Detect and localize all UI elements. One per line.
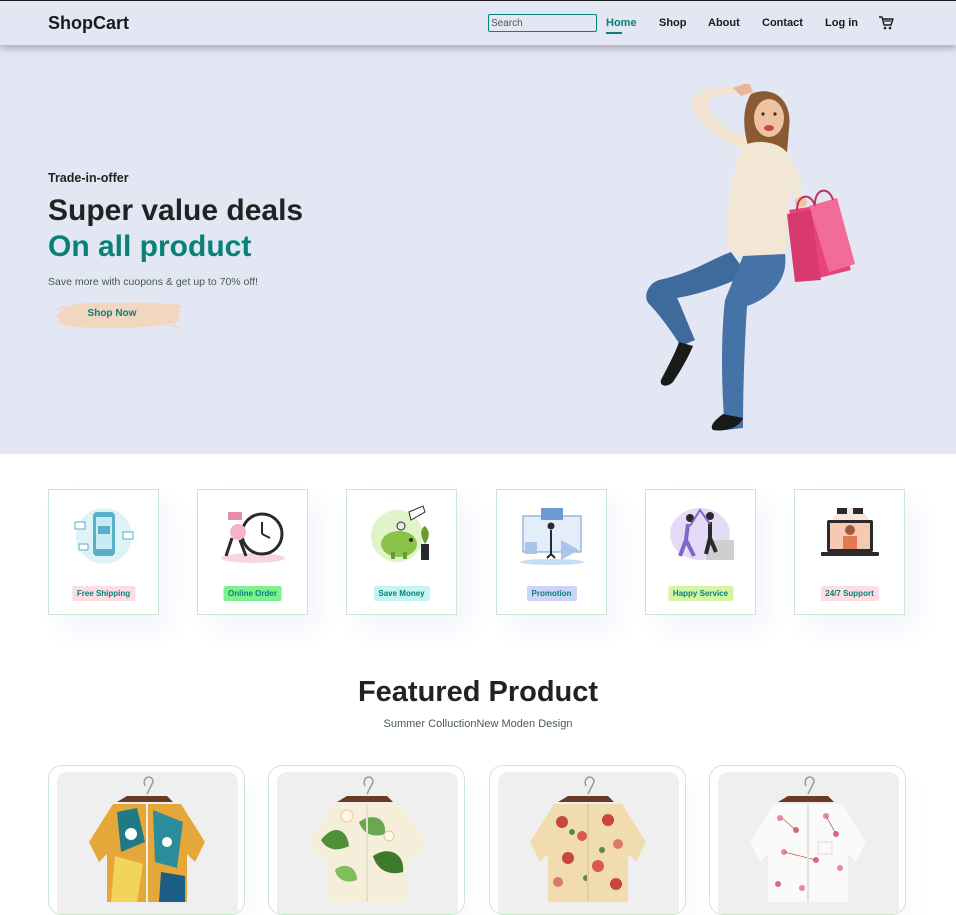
cart-icon[interactable]: [878, 15, 894, 31]
piggy-bank-illustration: [371, 505, 429, 562]
shirt-image: [530, 776, 646, 902]
hero-subtitle: On all product: [48, 230, 252, 263]
nav-link-login[interactable]: Log in: [825, 17, 858, 29]
feature-label: Happy Service: [667, 586, 734, 601]
shirt-image: [89, 776, 205, 902]
nav-link-home[interactable]: Home: [606, 17, 637, 34]
shop-now-button[interactable]: Shop Now: [52, 298, 184, 330]
product-card[interactable]: [709, 765, 906, 915]
feature-card-online-order: Online Order: [197, 489, 308, 615]
feature-card-support: 24/7 Support: [794, 489, 905, 615]
feature-card-happy-service: Happy Service: [645, 489, 756, 615]
logo[interactable]: ShopCart: [48, 13, 129, 34]
product-image: [718, 772, 899, 914]
hero-description: Save more with cuopons & get up to 70% o…: [48, 276, 258, 288]
site-header: ShopCart Home Shop About Contact Log in: [0, 0, 956, 45]
search-input[interactable]: [488, 14, 597, 32]
feature-card-free-shipping: Free Shipping: [48, 489, 159, 615]
featured-subtitle: Summer ColluctionNew Moden Design: [383, 718, 573, 730]
feature-label: 24/7 Support: [820, 586, 879, 601]
features-section: Free Shipping Online Order Save Money Pr…: [0, 489, 956, 619]
feature-label: Online Order: [223, 586, 282, 601]
feature-card-promotion: Promotion: [496, 489, 607, 615]
shirt-image: [750, 776, 866, 902]
feature-label: Promotion: [526, 586, 577, 601]
happy-service-illustration: [670, 508, 734, 560]
nav-link-contact[interactable]: Contact: [762, 17, 803, 29]
shop-now-label: Shop Now: [87, 308, 137, 319]
phone-delivery-illustration: [74, 508, 134, 564]
product-image: [498, 772, 679, 914]
product-card[interactable]: [268, 765, 465, 915]
laptop-support-illustration: [821, 508, 879, 556]
product-card[interactable]: [489, 765, 686, 915]
hero-model-image: [646, 84, 855, 431]
hero-eyebrow: Trade-in-offer: [48, 171, 129, 185]
shirt-image: [309, 776, 425, 902]
nav-link-about[interactable]: About: [708, 17, 740, 29]
clock-order-illustration: [221, 512, 285, 563]
product-image: [57, 772, 238, 914]
product-card[interactable]: [48, 765, 245, 915]
hero-title: Super value deals: [48, 194, 304, 227]
featured-title: Featured Product: [357, 676, 599, 708]
product-image: [277, 772, 458, 914]
hero-section: Trade-in-offer Super value deals On all …: [0, 44, 956, 454]
feature-label: Save Money: [373, 586, 430, 601]
feature-label: Free Shipping: [71, 586, 136, 601]
nav-link-shop[interactable]: Shop: [659, 17, 687, 29]
feature-card-save-money: Save Money: [346, 489, 457, 615]
promotion-illustration: [520, 508, 584, 565]
